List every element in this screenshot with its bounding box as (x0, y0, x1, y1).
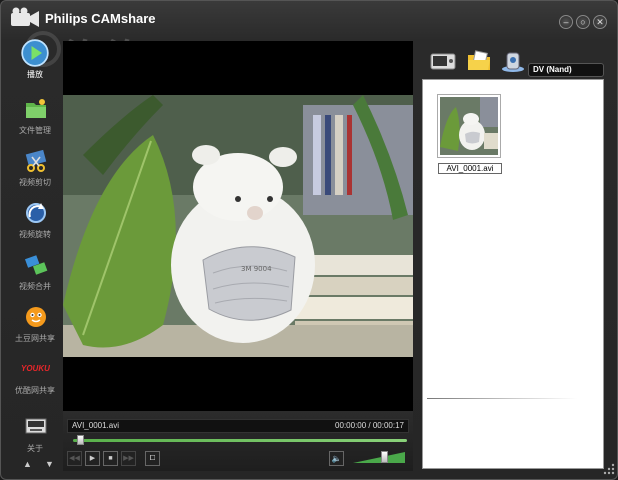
volume-thumb[interactable] (381, 451, 389, 463)
file-manager-icon (26, 99, 46, 118)
file-thumbnail[interactable] (437, 94, 501, 158)
sidebar-item-tudou-share[interactable]: 土豆网共享 (7, 303, 63, 353)
app-window: Philips CAMshare 泡泡网 – ○ ✕ 播放 文件管理 (0, 0, 618, 480)
sidebar-item-label: 关于 (27, 444, 43, 453)
camera-tab-icon[interactable] (430, 49, 456, 73)
camera-app-icon (11, 7, 39, 27)
previous-button[interactable]: ◀◀ (67, 451, 82, 466)
sidebar-item-about[interactable]: 关于 (7, 413, 63, 463)
play-icon (21, 39, 49, 67)
device-label[interactable]: DV (Nand) (528, 63, 604, 77)
resize-grip-icon[interactable] (601, 461, 615, 475)
current-filename: AVI_0001.avi (72, 421, 119, 430)
video-rotate-icon (26, 203, 46, 223)
seek-bar[interactable] (73, 439, 407, 442)
volume-icon[interactable]: 🔈 (329, 451, 344, 466)
divider (427, 398, 577, 399)
sidebar-item-label: 视频剪切 (19, 178, 51, 187)
play-button[interactable]: ▶ (85, 451, 100, 466)
svg-text:3M 9004: 3M 9004 (241, 265, 272, 273)
sidebar-item-label: 土豆网共享 (15, 334, 55, 343)
tudou-share-icon (26, 307, 46, 327)
fullscreen-button[interactable]: ⧠ (145, 451, 160, 466)
sidebar-item-file-manager[interactable]: 文件管理 (7, 95, 63, 145)
player-info-bar: AVI_0001.avi 00:00:00 / 00:00:17 (67, 419, 409, 433)
video-viewport[interactable]: 3M 9004 (63, 41, 413, 411)
sidebar-item-youku-share[interactable]: YOUKU 优酷网共享 (7, 355, 63, 405)
sidebar-item-label: 文件管理 (19, 126, 51, 135)
sidebar-item-label: 优酷网共享 (15, 386, 55, 395)
youku-share-icon: YOUKU (21, 364, 50, 373)
sidebar-item-video-cut[interactable]: 视频剪切 (7, 147, 63, 197)
stop-button[interactable]: ■ (103, 451, 118, 466)
sidebar-item-video-merge[interactable]: 视频合并 (7, 251, 63, 301)
scroll-up-arrow-icon[interactable]: ▲ (23, 459, 32, 469)
about-icon (25, 418, 47, 434)
sidebar-item-label: 视频合并 (19, 282, 51, 291)
player-controls: AVI_0001.avi 00:00:00 / 00:00:17 ◀◀ ▶ ■ … (63, 411, 413, 471)
minimize-button[interactable]: – (559, 15, 573, 29)
file-name-label[interactable]: AVI_0001.avi (438, 163, 502, 174)
window-title: Philips CAMshare (45, 11, 156, 26)
scroll-down-arrow-icon[interactable]: ▼ (45, 459, 54, 469)
sidebar-item-label: 播放 (27, 70, 43, 79)
file-list[interactable]: AVI_0001.avi (422, 79, 604, 469)
seek-thumb[interactable] (76, 435, 84, 445)
title-bar[interactable]: Philips CAMshare 泡泡网 – ○ ✕ (1, 1, 617, 83)
video-frame: 3M 9004 (63, 95, 413, 357)
close-button[interactable]: ✕ (593, 15, 607, 29)
next-button[interactable]: ▶▶ (121, 451, 136, 466)
video-merge-icon (24, 255, 48, 275)
volume-slider[interactable] (353, 452, 405, 463)
playback-time: 00:00:00 / 00:00:17 (335, 421, 404, 430)
device-panel: DV (Nand) AVI_0001.avi (420, 43, 609, 471)
sidebar: 播放 文件管理 视频剪切 视频旋转 视频合并 土豆网共享 YOUKU 优酷网共享… (7, 39, 63, 473)
maximize-button[interactable]: ○ (576, 15, 590, 29)
sidebar-item-video-rotate[interactable]: 视频旋转 (7, 199, 63, 249)
sidebar-item-label: 视频旋转 (19, 230, 51, 239)
device-tab-icon[interactable] (500, 49, 526, 73)
video-cut-icon (25, 149, 47, 172)
file-thumbnail-image (440, 97, 498, 155)
sidebar-item-play[interactable]: 播放 (7, 39, 63, 89)
folder-tab-icon[interactable] (466, 49, 492, 73)
